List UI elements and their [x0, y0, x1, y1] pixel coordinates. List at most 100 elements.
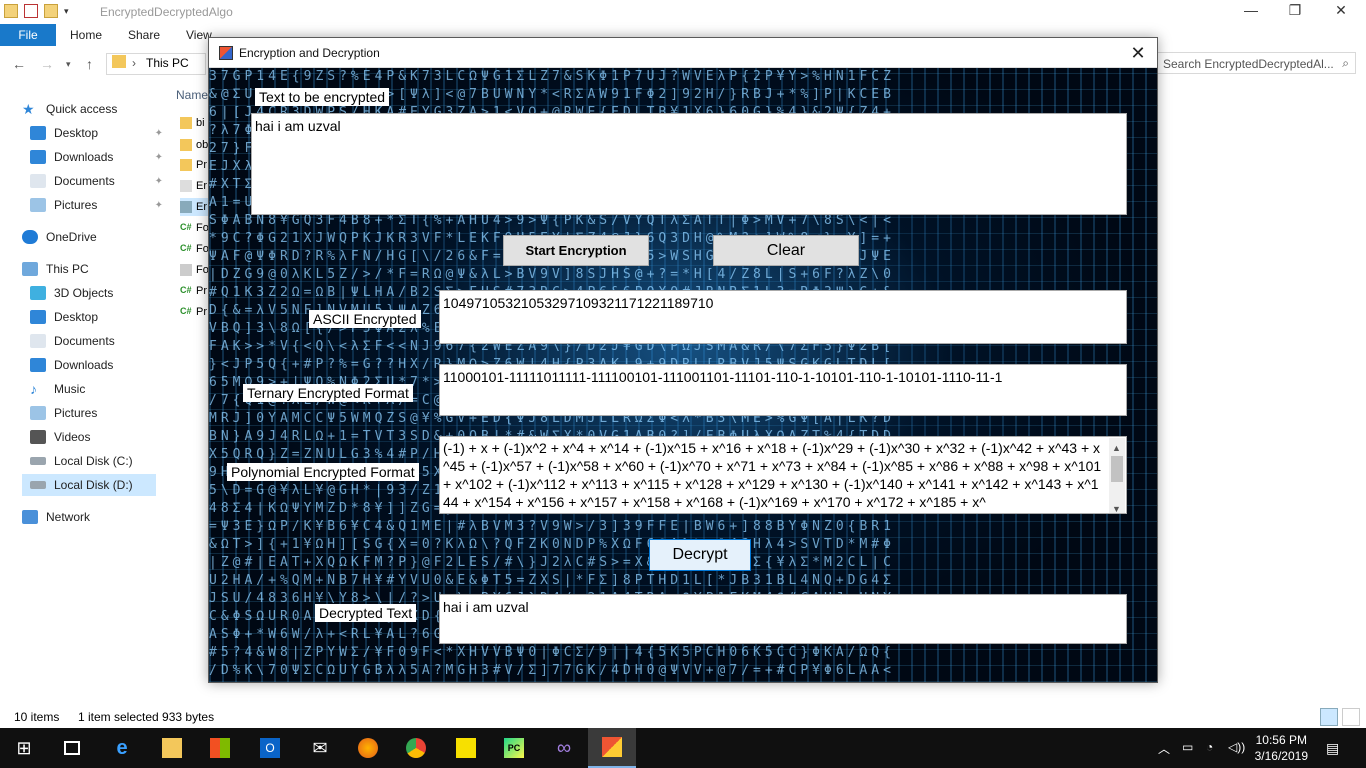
- tab-home[interactable]: Home: [70, 28, 102, 42]
- clock[interactable]: 10:56 PM 3/16/2019: [1255, 732, 1308, 764]
- taskbar-store[interactable]: [196, 728, 244, 768]
- new-folder-icon[interactable]: [44, 4, 58, 18]
- nav-label: Network: [46, 510, 91, 524]
- battery-icon[interactable]: ▭: [1182, 740, 1193, 754]
- edge-icon: e: [116, 737, 128, 759]
- taskbar-outlook[interactable]: O: [246, 728, 294, 768]
- nav-label: Documents: [54, 174, 115, 188]
- details-view-icon[interactable]: [1320, 708, 1338, 726]
- list-item[interactable]: bi: [180, 114, 210, 132]
- csharp-file-icon: C#: [180, 285, 192, 295]
- taskbar-edge[interactable]: e: [98, 728, 146, 768]
- list-item[interactable]: C# Fo: [180, 240, 210, 258]
- pin-icon: ✦: [154, 127, 163, 139]
- list-item[interactable]: Fo: [180, 261, 210, 279]
- clock-time: 10:56 PM: [1255, 733, 1307, 747]
- nav-desktop[interactable]: Desktop ✦: [30, 122, 165, 144]
- windows-icon: ⊞: [16, 738, 32, 758]
- nav-downloads[interactable]: Downloads ✦: [30, 146, 165, 168]
- nav-documents[interactable]: Documents ✦: [30, 170, 165, 192]
- taskbar-mail[interactable]: ✉: [296, 728, 344, 768]
- close-button[interactable]: ✕: [1123, 40, 1153, 66]
- decrypt-button[interactable]: Decrypt: [649, 539, 751, 571]
- taskbar-pycharm[interactable]: PC: [490, 728, 538, 768]
- restore-icon[interactable]: ❐: [1272, 2, 1318, 19]
- list-item[interactable]: C# Fo: [180, 219, 210, 237]
- scroll-up-icon[interactable]: ▲: [1112, 439, 1121, 457]
- minimize-icon[interactable]: —: [1228, 2, 1274, 18]
- nav-pictures[interactable]: Pictures ✦: [30, 194, 165, 216]
- start-button[interactable]: ⊞: [0, 728, 48, 768]
- nav-quick-access[interactable]: ★ Quick access: [22, 98, 157, 120]
- list-item[interactable]: Er: [180, 177, 210, 195]
- tab-share[interactable]: Share: [128, 28, 160, 42]
- file-name: bi: [196, 117, 205, 129]
- clear-button[interactable]: Clear: [713, 235, 859, 266]
- properties-icon[interactable]: [24, 4, 38, 18]
- nav-music[interactable]: ♪ Music: [30, 378, 165, 400]
- chrome-icon: [406, 738, 426, 758]
- ascii-output[interactable]: 10497105321053297109321171221189710: [439, 290, 1127, 344]
- close-icon[interactable]: ✕: [1318, 2, 1364, 19]
- file-name: Pr: [196, 285, 207, 297]
- chevron-down-icon[interactable]: ▾: [64, 6, 69, 17]
- taskbar-chrome[interactable]: [392, 728, 440, 768]
- start-encryption-button[interactable]: Start Encryption: [503, 235, 649, 266]
- tab-file[interactable]: File: [0, 24, 56, 46]
- taskbar-file-explorer[interactable]: [148, 728, 196, 768]
- search-icon: ⌕: [1342, 56, 1349, 70]
- nav-downloads-pc[interactable]: Downloads: [30, 354, 165, 376]
- nav-local-c[interactable]: Local Disk (C:): [30, 450, 165, 472]
- back-icon[interactable]: ←: [12, 56, 26, 72]
- nav-desktop-pc[interactable]: Desktop: [30, 306, 165, 328]
- nav-onedrive[interactable]: OneDrive: [22, 226, 157, 248]
- recent-locations-icon[interactable]: ▾: [66, 59, 71, 70]
- mail-icon: ✉: [312, 738, 328, 758]
- decrypted-output[interactable]: hai i am uzval: [439, 594, 1127, 644]
- nav-network[interactable]: Network: [22, 506, 157, 528]
- forward-icon[interactable]: →: [40, 56, 54, 72]
- list-item[interactable]: C# Pr: [180, 303, 210, 321]
- file-name: Pr: [196, 159, 207, 171]
- explorer-title: EncryptedDecryptedAlgo: [100, 5, 233, 19]
- encryption-app-window: Encryption and Decryption ✕ 37GP14E{9ZS?…: [208, 37, 1158, 683]
- nav-3d-objects[interactable]: 3D Objects: [30, 282, 165, 304]
- taskbar-encryption-app[interactable]: [588, 728, 636, 768]
- sticky-notes-icon: [456, 738, 476, 758]
- polynomial-output[interactable]: (-1) + x + (-1)x^2 + x^4 + x^14 + (-1)x^…: [439, 436, 1127, 514]
- file-list: Name bi ob Pr Er Er C# Fo C# Fo Fo C# Pr C#…: [170, 86, 210, 326]
- taskbar-firefox[interactable]: [344, 728, 392, 768]
- vertical-scrollbar[interactable]: ▲ ▼: [1109, 438, 1125, 513]
- scroll-thumb[interactable]: [1111, 456, 1123, 482]
- list-item[interactable]: Er: [180, 198, 210, 216]
- nav-this-pc[interactable]: This PC: [22, 258, 157, 280]
- ternary-output[interactable]: 11000101-11111011111-111100101-111001101…: [439, 364, 1127, 416]
- nav-videos[interactable]: Videos: [30, 426, 165, 448]
- column-header-name[interactable]: Name: [176, 88, 208, 102]
- nav-local-d[interactable]: Local Disk (D:): [22, 474, 156, 496]
- volume-icon[interactable]: ◁)): [1228, 740, 1245, 754]
- list-item[interactable]: Pr: [180, 156, 210, 174]
- up-icon[interactable]: ↑: [86, 56, 93, 72]
- file-name: Fo: [196, 243, 209, 255]
- scroll-down-icon[interactable]: ▼: [1112, 500, 1121, 513]
- nav-label: Desktop: [54, 126, 99, 140]
- show-hidden-icons-icon[interactable]: ︿: [1158, 740, 1170, 757]
- wifi-icon[interactable]: ◔: [1206, 740, 1213, 754]
- large-icons-view-icon[interactable]: [1342, 708, 1360, 726]
- task-view-button[interactable]: [48, 728, 96, 768]
- nav-pictures-pc[interactable]: Pictures: [30, 402, 165, 424]
- input-textbox[interactable]: hai i am uzval: [251, 113, 1127, 215]
- list-item[interactable]: C# Pr: [180, 282, 210, 300]
- action-center-icon[interactable]: ▤: [1326, 740, 1339, 757]
- breadcrumb[interactable]: This PC: [146, 56, 189, 70]
- cloud-icon: [22, 230, 38, 244]
- nav-documents-pc[interactable]: Documents: [30, 330, 165, 352]
- nav-label: Documents: [54, 334, 115, 348]
- taskbar-visual-studio[interactable]: ∞: [540, 728, 588, 768]
- search-input[interactable]: Search EncryptedDecryptedAl... ⌕: [1156, 52, 1356, 74]
- taskbar-sticky-notes[interactable]: [442, 728, 490, 768]
- star-icon: ★: [22, 101, 35, 117]
- list-item[interactable]: ob: [180, 136, 210, 154]
- explorer-titlebar: ▾ EncryptedDecryptedAlgo — ❐ ✕: [0, 0, 1366, 24]
